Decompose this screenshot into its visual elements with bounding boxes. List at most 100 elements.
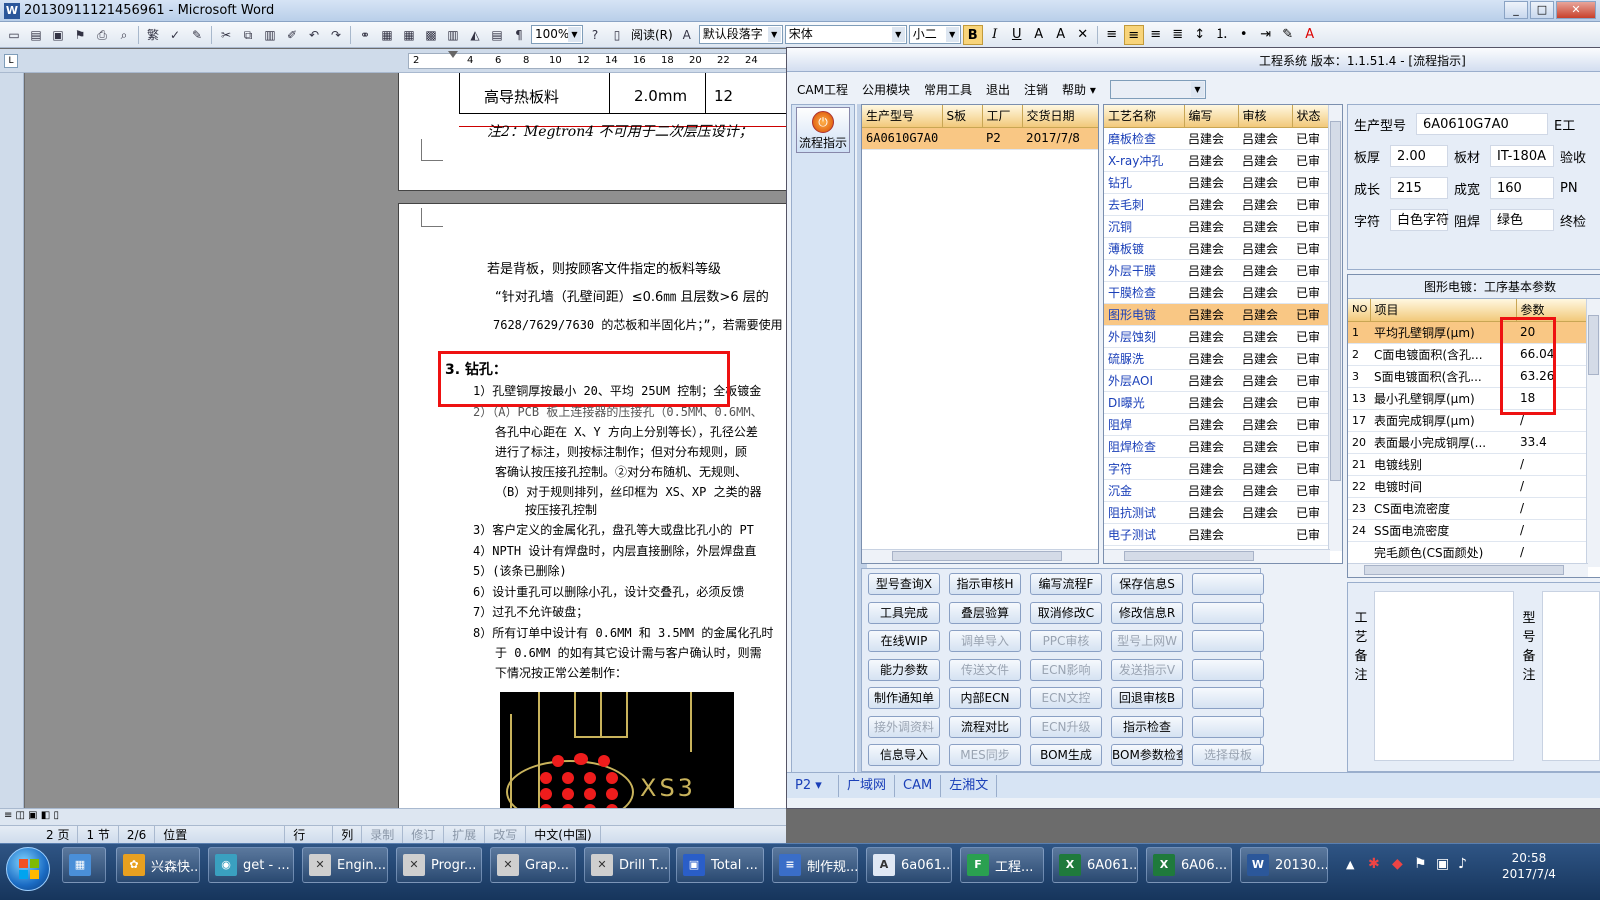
numbering-icon[interactable]: ⒈ [1212,25,1232,45]
menu-exit[interactable]: 退出 [986,81,1010,98]
taskbar-button[interactable]: ✕ Drill T... [584,847,670,883]
justify-icon[interactable]: ≣ [1168,25,1188,45]
horizontal-scrollbar[interactable] [1104,549,1330,563]
table-row[interactable]: DI曝光 吕建会 吕建会 已审 [1104,391,1330,414]
copy-icon[interactable]: ⧉ [238,25,258,45]
char-shading-icon[interactable]: A [1051,25,1071,45]
permission-icon[interactable]: ⚑ [70,25,90,45]
horizontal-scrollbar[interactable] [1348,563,1588,577]
action-button[interactable]: BOM生成 [1030,744,1102,766]
column-header[interactable]: 项目 [1370,299,1517,322]
ruler-scale[interactable]: 2 4 6 8 10 12 14 16 18 20 22 24 [408,53,788,69]
show-hide-icon[interactable]: ¶ [509,25,529,45]
style-select[interactable]: 默认段落字 ▼ [698,25,783,44]
save-icon[interactable]: ▣ [48,25,68,45]
tray-app-icon[interactable]: ✱ [1368,856,1380,872]
action-button[interactable]: 流程对比 [949,715,1021,738]
tray-app-icon[interactable]: ◆ [1392,856,1403,872]
process-panel[interactable]: 工艺名称 编写 审核 状态 磨板检查 吕建会 吕建会 已审 X-ray冲孔 吕建会 吕建会已… [1103,104,1343,564]
char-border-icon[interactable]: A [1029,25,1049,45]
column-header[interactable]: 生产型号 [862,105,943,128]
menu-logout[interactable]: 注销 [1024,81,1048,98]
taskbar-button[interactable]: ✕ Grap... [490,847,576,883]
column-header[interactable]: NO [1348,299,1371,322]
redo-icon[interactable]: ↷ [326,25,346,45]
font-color-icon[interactable]: A [1300,25,1320,45]
table-row[interactable]: 外层AOI 吕建会 吕建会 已审 [1104,369,1330,392]
action-button[interactable]: 指示审核H [949,573,1021,595]
read-mode-button[interactable]: 阅读(R) [629,26,675,43]
action-button[interactable]: 能力参数 [868,658,940,681]
thickness-field[interactable]: 2.00 [1390,145,1448,167]
column-header[interactable]: 审核 [1238,105,1293,128]
read-icon[interactable]: ▯ [607,25,627,45]
bold-button[interactable]: B [962,24,983,45]
status-record[interactable]: 录制 [362,825,404,844]
table-row[interactable]: 字符 吕建会 吕建会 已审 [1104,457,1330,480]
action-button[interactable]: 信息导入 [868,744,940,766]
document-area[interactable]: 高导热板料 2.0mm 12 注2：Megtron4 不可用于二次层压设计； 若… [25,73,786,808]
table-row[interactable]: 硫脲洗 吕建会 吕建会 已审 [1104,347,1330,370]
blank-button[interactable] [1192,687,1264,709]
menu-common-module[interactable]: 公用模块 [862,81,910,98]
table-row[interactable]: 阻抗测试 吕建会 吕建会 已审 [1104,501,1330,524]
action-button[interactable]: 工具完成 [868,601,940,624]
menu-tools[interactable]: 常用工具 [924,81,972,98]
blank-button[interactable] [1192,658,1264,681]
column-header[interactable]: 编写 [1184,105,1239,128]
table-row[interactable]: 阻焊检查 吕建会 吕建会 已审 [1104,435,1330,458]
indent-marker[interactable] [448,51,458,58]
action-button[interactable]: 指示检查 [1111,715,1183,738]
column-header[interactable]: 工厂 [982,105,1023,128]
format-painter-icon[interactable]: ✐ [282,25,302,45]
insert-excel-icon[interactable]: ▩ [421,25,441,45]
column-header[interactable]: 状态 [1292,105,1331,128]
underline-button[interactable]: U [1007,25,1027,45]
table-row[interactable]: 薄板镀 吕建会 吕建会 已审 [1104,237,1330,260]
align-center-icon[interactable]: ≡ [1123,24,1144,45]
table-row[interactable]: 21 电镀线别 / [1348,453,1588,476]
insert-table-icon[interactable]: ▦ [399,25,419,45]
action-button[interactable]: 叠层验算 [949,601,1021,624]
table-row[interactable]: 完毛颜色(CS面颜处) / [1348,541,1588,564]
print-icon[interactable]: ⎙ [92,25,112,45]
orders-panel[interactable]: 生产型号 S板 工厂 交货日期 6A0610G7A0 P2 2017/7/8 [861,104,1099,564]
column-header[interactable]: S板 [942,105,983,128]
traditional-chinese-icon[interactable]: 繁 [143,25,163,45]
action-button[interactable]: BOM参数检查 [1111,744,1183,766]
document-map-icon[interactable]: ▤ [487,25,507,45]
horizontal-scrollbar[interactable] [862,549,1098,563]
cut-icon[interactable]: ✂ [216,25,236,45]
taskbar-button[interactable]: ▣ Total ... [676,847,764,883]
table-row[interactable]: 沉铜 吕建会 吕建会 已审 [1104,215,1330,238]
process-remark-input[interactable] [1374,591,1514,761]
action-button[interactable]: 制作通知单 [868,687,940,709]
table-row[interactable]: 去毛刺 吕建会 吕建会 已审 [1104,193,1330,216]
view-buttons[interactable]: ≡ ◫ ▣ ◧ ▯ [4,810,59,821]
action-button[interactable]: 修改信息R [1111,601,1183,624]
taskbar-button[interactable]: F 工程... [960,847,1044,883]
spelling-icon[interactable]: ✓ [165,25,185,45]
align-left-icon[interactable]: ≡ [1102,25,1122,45]
hyperlink-icon[interactable]: ⚭ [355,25,375,45]
length-field[interactable]: 215 [1390,177,1448,199]
blank-button[interactable] [1192,573,1264,595]
process-params-panel[interactable]: 图形电镀：工序基本参数 NO 项目 参数 1 平均孔壁铜厚(μm) 20 2 C面电镀面… [1347,274,1600,578]
font-select[interactable]: 宋体 ▼ [784,25,907,44]
model-field[interactable]: 6A0610G7A0 [1416,113,1548,135]
engineering-window[interactable]: 工程系统 版本：1.1.51.4 - [流程指示] CAM工程 公用模块 常用工… [786,47,1600,809]
taskbar-button[interactable]: ≡ 制作规... [772,847,858,883]
table-row[interactable]: 图形电镀 吕建会 吕建会 已审 [1104,303,1330,326]
action-button[interactable]: 型号查询X [868,573,940,595]
status-revision[interactable]: 修订 [403,825,445,844]
menu-combo[interactable]: ▼ [1109,79,1206,99]
table-row[interactable]: 阻焊 吕建会 吕建会 已审 [1104,413,1330,436]
clock[interactable]: 20:58 2017/7/4 [1502,850,1556,882]
blank-button[interactable] [1192,601,1264,624]
taskbar-button[interactable]: X 6A06... [1146,847,1232,883]
menu-cam[interactable]: CAM工程 [797,81,848,98]
styles-icon[interactable]: A [677,25,697,45]
blank-button[interactable] [1192,715,1264,738]
table-row[interactable]: 磨板检查 吕建会 吕建会 已审 [1104,127,1330,150]
close-button[interactable]: ✕ [1556,1,1596,19]
